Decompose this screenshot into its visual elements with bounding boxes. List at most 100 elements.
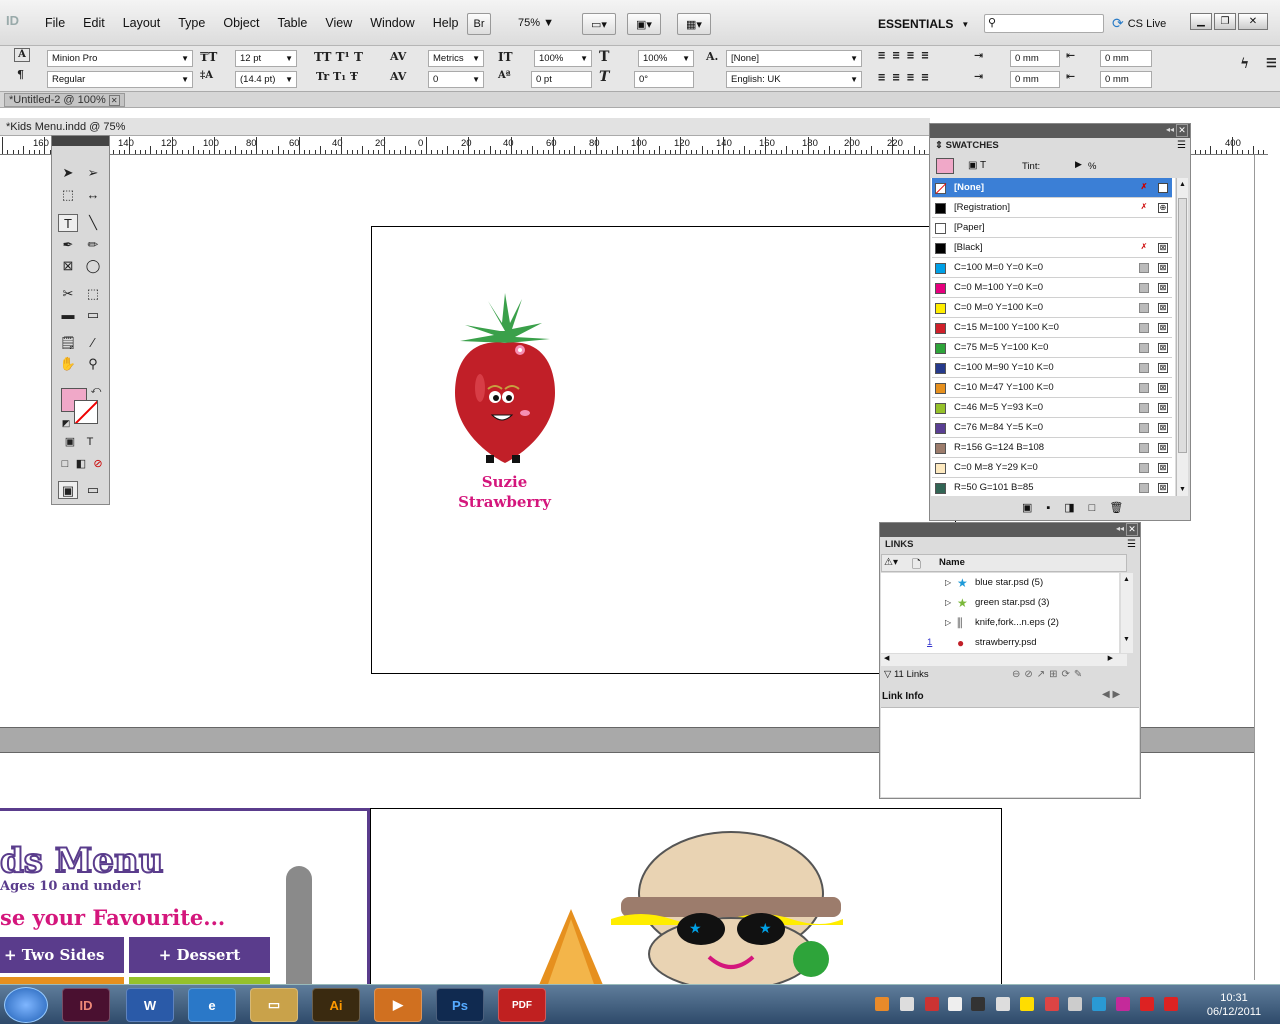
menu-window[interactable]: Window bbox=[361, 16, 423, 30]
pencil-tool-icon[interactable]: ✏ bbox=[83, 236, 103, 254]
language-field[interactable]: English: UK ▼ bbox=[726, 71, 862, 88]
taskbar-explorer[interactable]: ▭ bbox=[250, 988, 298, 1022]
close-button[interactable]: ✕ bbox=[1238, 13, 1268, 30]
fill-stroke-toggle[interactable] bbox=[936, 158, 954, 174]
swatch-row[interactable]: C=0 M=0 Y=100 K=0 ⊠ bbox=[932, 298, 1172, 318]
menu-object[interactable]: Object bbox=[214, 16, 268, 30]
tray-icon-1[interactable] bbox=[875, 997, 889, 1011]
page-tool-icon[interactable]: ⬚ bbox=[58, 186, 78, 204]
screen-mode-button[interactable]: ▣▾ bbox=[627, 13, 661, 35]
swatch-row[interactable]: C=46 M=5 Y=93 K=0 ⊠ bbox=[932, 398, 1172, 418]
link-hscrollbar[interactable]: ◀ ▶ bbox=[881, 654, 1127, 666]
link-row[interactable]: ▷ ★ green star.psd (3) bbox=[883, 593, 1123, 613]
page-1[interactable]: Suzie Strawberry bbox=[371, 226, 956, 674]
menu-table[interactable]: Table bbox=[268, 16, 316, 30]
taskbar-illustrator[interactable]: Ai bbox=[312, 988, 360, 1022]
vertical-ruler[interactable] bbox=[1254, 155, 1268, 980]
expand-icon[interactable]: ▷ bbox=[945, 613, 951, 633]
name-column-header[interactable]: Name bbox=[939, 557, 965, 568]
skew-field[interactable]: 0° bbox=[634, 71, 694, 88]
character-style-field[interactable]: [None] ▼ bbox=[726, 50, 862, 67]
first-line-indent-field[interactable]: 0 mm bbox=[1010, 71, 1060, 88]
container-text-toggle[interactable]: ▣ T bbox=[968, 160, 986, 171]
paragraph-mode-icon[interactable]: ¶ bbox=[17, 68, 24, 81]
close-icon[interactable]: ✕ bbox=[1176, 124, 1188, 137]
workspace-switcher[interactable]: ESSENTIALS ▼ bbox=[868, 13, 972, 35]
link-list[interactable]: ▷ ★ blue star.psd (5) ▷ ★ green star.psd (3) ▷… bbox=[881, 573, 1119, 653]
leading-field[interactable]: (14.4 pt) ▼ bbox=[235, 71, 297, 88]
close-icon[interactable]: ✕ bbox=[1126, 523, 1138, 536]
disclosure-icon[interactable]: ▽ bbox=[884, 669, 891, 680]
swatch-list[interactable]: [None] ⊠ ✗ [Registration] ⊕ ✗ [Paper] [Black] ⊠ ✗… bbox=[931, 178, 1175, 496]
expand-icon[interactable]: ▷ bbox=[945, 573, 951, 593]
swap-fill-stroke-icon[interactable]: ⤺ bbox=[86, 382, 106, 400]
collapse-icon[interactable]: ◂◂ bbox=[1166, 125, 1174, 134]
pen-tool-icon[interactable]: ✒ bbox=[58, 236, 78, 254]
minimize-button[interactable]: ▁ bbox=[1190, 13, 1212, 30]
swatch-row[interactable]: [Black] ⊠ ✗ bbox=[932, 238, 1172, 258]
tab-untitled[interactable]: *Untitled-2 @ 100% ✕ bbox=[4, 93, 125, 107]
panel-menu-icon[interactable]: ☰ bbox=[1127, 539, 1136, 550]
scissors-tool-icon[interactable]: ✂ bbox=[58, 285, 78, 303]
links-panel-header[interactable]: ◂◂ ✕ bbox=[880, 523, 1140, 537]
swatches-panel-header[interactable]: ◂◂ ✕ bbox=[930, 124, 1190, 138]
link-actions-bar[interactable]: ⊖⊘↗⊞⟳✎ bbox=[1012, 669, 1086, 680]
taskbar-photoshop[interactable]: Ps bbox=[436, 988, 484, 1022]
right-indent-field[interactable]: 0 mm bbox=[1100, 50, 1152, 67]
formatting-text-icon[interactable]: T bbox=[80, 433, 100, 451]
zoom-select[interactable]: 75% ▼ bbox=[518, 17, 554, 29]
panel-menu-icon[interactable]: ☰ bbox=[1177, 140, 1186, 151]
lightning-icon[interactable]: ϟ bbox=[1240, 56, 1249, 72]
small-caps-icon[interactable]: Tr T₁ Ŧ bbox=[316, 70, 358, 83]
swatch-row[interactable]: R=156 G=124 B=108 ⊠ bbox=[932, 438, 1172, 458]
character-mode-icon[interactable]: A bbox=[14, 48, 30, 62]
link-info-nav-icon[interactable]: ◀ ▶ bbox=[1102, 689, 1120, 700]
stroke-swatch[interactable] bbox=[74, 400, 98, 424]
type-tool-icon[interactable]: T bbox=[58, 214, 78, 232]
view-options-button[interactable]: ▭▾ bbox=[582, 13, 616, 35]
gradient-swatch-tool-icon[interactable]: ▬ bbox=[58, 306, 78, 324]
swatch-row[interactable]: [Paper] bbox=[932, 218, 1172, 238]
swatch-scrollbar[interactable]: ▲ ▼ bbox=[1176, 178, 1188, 496]
kerning-field[interactable]: Metrics ▼ bbox=[428, 50, 484, 67]
swatch-row[interactable]: [None] ⊠ ✗ bbox=[932, 178, 1172, 198]
tray-icon-10[interactable] bbox=[1092, 997, 1106, 1011]
taskbar-ie[interactable]: e bbox=[188, 988, 236, 1022]
page-2[interactable]: ★ ★ bbox=[370, 808, 1002, 1008]
vertical-scale-field[interactable]: 100% ▼ bbox=[534, 50, 592, 67]
tray-icon-8[interactable] bbox=[1045, 997, 1059, 1011]
bridge-button[interactable]: Br bbox=[467, 13, 491, 35]
zoom-tool-icon[interactable]: ⚲ bbox=[83, 355, 103, 373]
rectangle-frame-tool-icon[interactable]: ⊠ bbox=[58, 257, 78, 275]
swatch-row[interactable]: C=0 M=100 Y=0 K=0 ⊠ bbox=[932, 278, 1172, 298]
apply-none-icon[interactable]: ⊘ bbox=[88, 455, 108, 473]
panel-menu-icon[interactable]: ☰ bbox=[1266, 56, 1277, 70]
note-tool-icon[interactable]: 🗒 bbox=[58, 334, 78, 352]
gap-tool-icon[interactable]: ↔ bbox=[83, 186, 103, 204]
tray-icon-4[interactable] bbox=[948, 997, 962, 1011]
menu-view[interactable]: View bbox=[316, 16, 361, 30]
menu-page[interactable]: ds Menu Ages 10 and under! se your Favou… bbox=[0, 808, 370, 1008]
volume-icon[interactable] bbox=[1068, 997, 1082, 1011]
links-tab[interactable]: LINKS bbox=[880, 537, 919, 553]
menu-layout[interactable]: Layout bbox=[114, 16, 170, 30]
link-row[interactable]: ▷ ★ blue star.psd (5) bbox=[883, 573, 1123, 593]
eyedropper-tool-icon[interactable]: ⁄ bbox=[83, 334, 103, 352]
baseline-shift-field[interactable]: 0 pt bbox=[531, 71, 592, 88]
tray-icon-7[interactable] bbox=[1020, 997, 1034, 1011]
formatting-container-icon[interactable]: ▣ bbox=[60, 433, 80, 451]
swatch-row[interactable]: C=100 M=0 Y=0 K=0 ⊠ bbox=[932, 258, 1172, 278]
align-left-icon[interactable]: ≡ ≡ ≡ ≡ bbox=[878, 48, 929, 62]
all-caps-icon[interactable]: TT T¹ T bbox=[314, 50, 363, 64]
two-sides-button[interactable]: + Two Sides bbox=[0, 937, 124, 973]
tray-icon-5[interactable] bbox=[971, 997, 985, 1011]
swatch-row[interactable]: R=50 G=101 B=85 ⊠ bbox=[932, 478, 1172, 496]
horizontal-scale-field[interactable]: 100% ▼ bbox=[638, 50, 694, 67]
default-fill-stroke-icon[interactable]: ◩ bbox=[56, 414, 76, 432]
gradient-feather-tool-icon[interactable]: ▭ bbox=[83, 306, 103, 324]
search-input[interactable]: ⚲ bbox=[984, 14, 1104, 33]
expand-icon[interactable]: ▷ bbox=[945, 593, 951, 613]
preview-mode-icon[interactable]: ▭ bbox=[83, 481, 103, 499]
warning-icon[interactable]: ⚠▾ bbox=[884, 557, 898, 568]
taskbar-indesign[interactable]: ID bbox=[62, 988, 110, 1022]
